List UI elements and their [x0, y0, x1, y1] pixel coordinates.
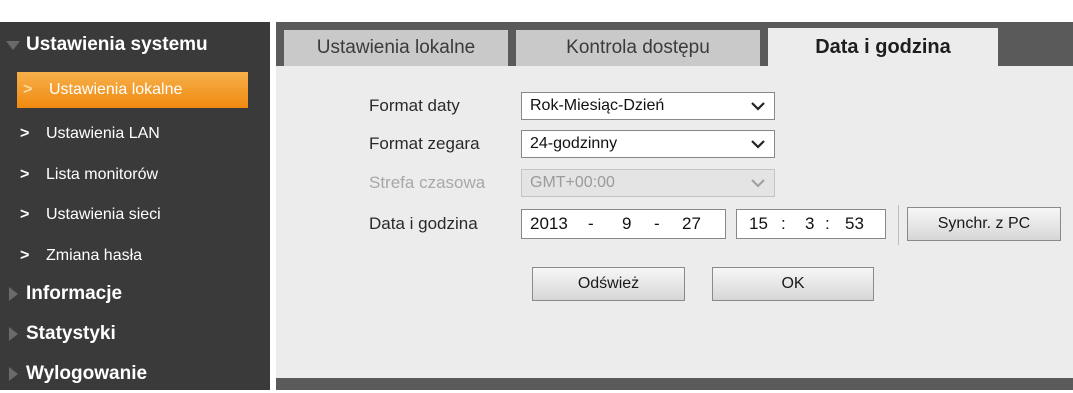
divider	[898, 205, 899, 245]
chevron-down-icon	[750, 175, 766, 191]
date-format-label: Format daty	[369, 96, 460, 115]
sidebar-item-label: Ustawienia sieci	[46, 206, 161, 223]
minute-input[interactable]: 3	[805, 214, 814, 234]
tab-bar: Ustawienia lokalne Kontrola dostępu Data…	[276, 22, 1073, 66]
date-separator: -	[654, 214, 660, 233]
chevron-right-icon: >	[20, 206, 30, 223]
sidebar-section-label: Wylogowanie	[26, 363, 148, 384]
sidebar-section-logout[interactable]: Wylogowanie	[0, 355, 270, 393]
chevron-right-icon: >	[20, 125, 30, 142]
clock-format-select[interactable]: 24-godzinny	[521, 130, 775, 158]
time-separator: :	[781, 214, 786, 233]
timezone-label: Strefa czasowa	[369, 173, 486, 192]
bottom-bar	[276, 378, 1073, 390]
expand-arrow-icon	[0, 367, 26, 381]
sidebar-item-network-settings[interactable]: > Ustawienia sieci	[0, 197, 270, 233]
sidebar-section-stats[interactable]: Statystyki	[0, 315, 270, 353]
tab-access-control[interactable]: Kontrola dostępu	[516, 30, 760, 66]
date-format-select[interactable]: Rok-Miesiąc-Dzień	[521, 92, 775, 120]
clock-format-label: Format zegara	[369, 134, 480, 153]
timezone-select: GMT+00:00	[521, 169, 775, 197]
day-input[interactable]: 27	[682, 214, 701, 234]
month-input[interactable]: 9	[622, 214, 631, 234]
sync-with-pc-button[interactable]: Synchr. z PC	[907, 207, 1061, 241]
sidebar-section-system[interactable]: Ustawienia systemu	[0, 26, 270, 64]
ok-button[interactable]: OK	[712, 267, 874, 301]
refresh-button[interactable]: Odśwież	[532, 267, 685, 301]
chevron-right-icon: >	[23, 81, 33, 98]
sidebar-item-label: Ustawienia lokalne	[49, 81, 183, 98]
date-format-value: Rok-Miesiąc-Dzień	[530, 97, 665, 114]
tab-date-time[interactable]: Data i godzina	[768, 28, 998, 66]
sidebar-item-change-password[interactable]: > Zmiana hasła	[0, 238, 270, 274]
expand-arrow-icon	[0, 287, 26, 301]
timezone-value: GMT+00:00	[530, 174, 615, 191]
sidebar-item-label: Zmiana hasła	[46, 247, 143, 264]
time-separator: :	[825, 214, 830, 233]
sidebar-section-info[interactable]: Informacje	[0, 275, 270, 313]
clock-format-value: 24-godzinny	[530, 135, 618, 152]
sidebar-item-monitor-list[interactable]: > Lista monitorów	[0, 157, 270, 193]
sidebar-section-label: Informacje	[26, 283, 123, 304]
sidebar-item-label: Ustawienia LAN	[46, 125, 160, 142]
datetime-label: Data i godzina	[369, 214, 478, 233]
tab-local-settings[interactable]: Ustawienia lokalne	[284, 30, 508, 66]
year-input[interactable]: 2013	[530, 214, 568, 234]
hour-input[interactable]: 15	[749, 214, 768, 234]
expand-arrow-icon	[0, 327, 26, 341]
sidebar-item-local-settings[interactable]: > Ustawienia lokalne	[17, 72, 248, 108]
chevron-right-icon: >	[20, 166, 30, 183]
sidebar-item-lan-settings[interactable]: > Ustawienia LAN	[0, 116, 270, 152]
sidebar-section-label: Statystyki	[26, 323, 116, 344]
date-input[interactable]: 2013 - 9 - 27	[521, 209, 726, 239]
chevron-down-icon	[750, 136, 766, 152]
sidebar-item-label: Lista monitorów	[46, 166, 159, 183]
main-panel: Ustawienia lokalne Kontrola dostępu Data…	[276, 22, 1073, 382]
chevron-down-icon	[750, 98, 766, 114]
second-input[interactable]: 53	[845, 214, 864, 234]
chevron-right-icon: >	[20, 247, 30, 264]
collapse-arrow-icon	[0, 40, 26, 50]
date-separator: -	[588, 214, 594, 233]
sidebar: Ustawienia systemu > Ustawienia lokalne …	[0, 22, 270, 390]
time-input[interactable]: 15 : 3 : 53	[736, 209, 886, 239]
sidebar-section-label: Ustawienia systemu	[26, 34, 208, 55]
